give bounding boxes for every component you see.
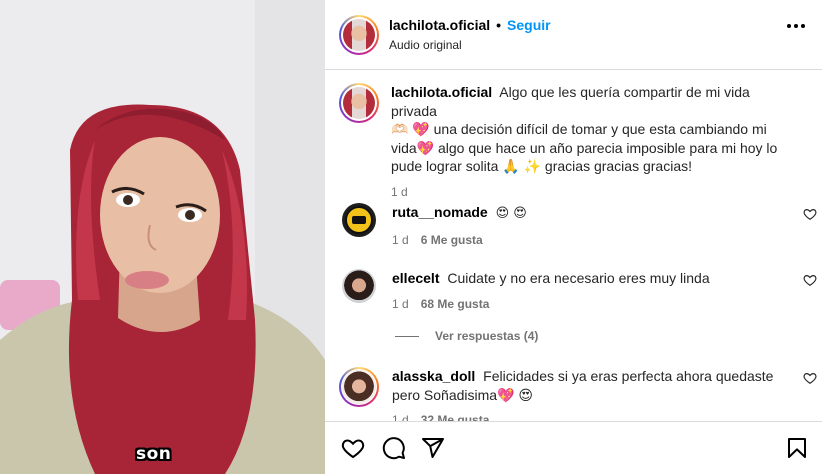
send-icon[interactable] bbox=[421, 436, 445, 460]
view-replies-button[interactable]: Ver respuestas (4) bbox=[395, 329, 538, 343]
author-username[interactable]: lachilota.oficial bbox=[389, 16, 490, 34]
view-replies-label: Ver respuestas (4) bbox=[435, 329, 539, 343]
comment-item: ruta__nomade 😍 😍 1 d 6 Me gusta bbox=[342, 203, 817, 248]
replies-divider bbox=[395, 335, 419, 337]
post-header: lachilota.oficial • Seguir Audio origina… bbox=[325, 0, 822, 70]
comment-likes[interactable]: 6 Me gusta bbox=[421, 232, 483, 248]
comment-text: 😍 😍 bbox=[495, 206, 527, 221]
comment-time: 1 d bbox=[392, 232, 409, 247]
caption-time: 1 d bbox=[391, 184, 408, 199]
caption-username[interactable]: lachilota.oficial bbox=[391, 84, 492, 100]
heart-icon[interactable] bbox=[803, 273, 817, 287]
caption-text: lachilota.oficial Algo que les quería co… bbox=[391, 84, 778, 174]
commenter-avatar[interactable] bbox=[339, 367, 379, 407]
post-side-panel: lachilota.oficial • Seguir Audio origina… bbox=[325, 0, 822, 474]
commenter-avatar[interactable] bbox=[342, 269, 376, 303]
audio-link[interactable]: Audio original bbox=[389, 36, 551, 54]
post-caption: lachilota.oficial Algo que les quería co… bbox=[339, 83, 809, 200]
heart-icon[interactable] bbox=[803, 371, 817, 385]
comment-text: Cuidate y no era necesario eres muy lind… bbox=[447, 270, 710, 286]
comment-likes[interactable]: 32 Me gusta bbox=[421, 412, 490, 421]
follow-button[interactable]: Seguir bbox=[507, 16, 551, 34]
commenter-avatar[interactable] bbox=[342, 203, 376, 237]
comment-likes[interactable]: 68 Me gusta bbox=[421, 296, 490, 312]
separator-dot: • bbox=[496, 16, 502, 33]
comment-time: 1 d bbox=[392, 296, 409, 311]
bookmark-icon[interactable] bbox=[785, 436, 809, 460]
author-avatar[interactable] bbox=[339, 14, 379, 55]
comment-item: ellecelt Cuidate y no era necesario eres… bbox=[342, 269, 817, 312]
comments-list[interactable]: lachilota.oficial Algo que les quería co… bbox=[325, 71, 822, 421]
commenter-username[interactable]: ellecelt bbox=[392, 270, 439, 286]
heart-icon[interactable] bbox=[803, 207, 817, 221]
more-horizontal-icon[interactable] bbox=[787, 24, 805, 28]
action-bar bbox=[325, 421, 822, 474]
comment-item: alasska_doll Felicidades si ya eras perf… bbox=[339, 367, 817, 421]
commenter-username[interactable]: alasska_doll bbox=[392, 368, 475, 384]
commenter-username[interactable]: ruta__nomade bbox=[392, 204, 488, 220]
comment-icon[interactable] bbox=[382, 436, 406, 460]
comment-time: 1 d bbox=[392, 413, 409, 421]
heart-icon[interactable] bbox=[341, 436, 365, 460]
video-subtitle: son bbox=[136, 444, 172, 464]
post-video[interactable]: son bbox=[0, 0, 325, 474]
video-frame bbox=[0, 0, 325, 474]
caption-avatar[interactable] bbox=[339, 83, 379, 123]
